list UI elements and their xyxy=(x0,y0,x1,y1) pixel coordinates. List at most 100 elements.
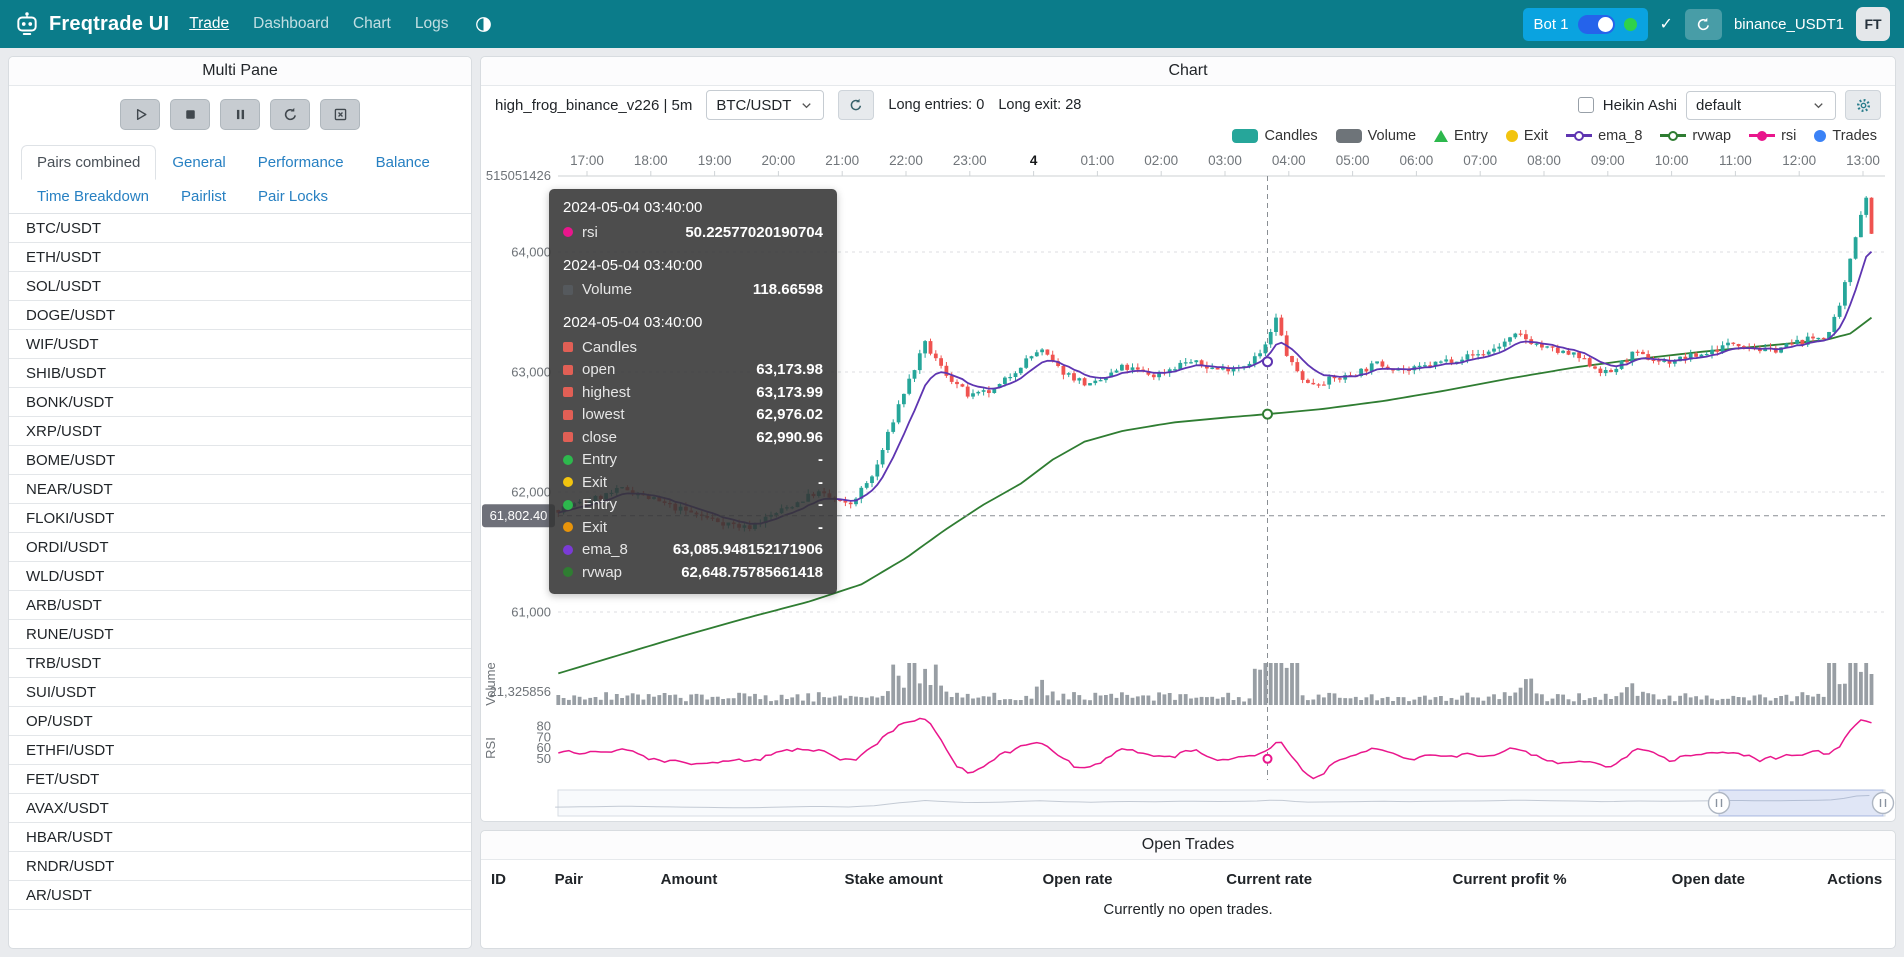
gear-icon xyxy=(1855,97,1872,114)
legend-dot-icon xyxy=(1506,130,1518,142)
col-header-open-rate: Open rate xyxy=(1032,864,1216,895)
legend-line-icon xyxy=(1749,134,1775,137)
pair-list-item[interactable]: ETH/USDT xyxy=(9,243,471,272)
svg-text:64,000: 64,000 xyxy=(511,245,551,260)
start-button[interactable] xyxy=(120,99,160,130)
nav-link-dashboard[interactable]: Dashboard xyxy=(253,15,329,33)
pair-list-item[interactable]: ORDI/USDT xyxy=(9,533,471,562)
crosshair: 61,802.40 xyxy=(482,176,1885,780)
tab-pairlist[interactable]: Pairlist xyxy=(165,179,242,214)
svg-text:10:00: 10:00 xyxy=(1655,153,1689,168)
pair-list-item[interactable]: TRB/USDT xyxy=(9,649,471,678)
legend-item-candles[interactable]: Candles xyxy=(1232,128,1317,144)
pair-list-item[interactable]: ARB/USDT xyxy=(9,591,471,620)
tab-pair-locks[interactable]: Pair Locks xyxy=(242,179,344,214)
bot-toggle-switch[interactable] xyxy=(1578,15,1615,34)
long-exit-label: Long exit: 28 xyxy=(998,97,1081,113)
no-trades-message: Currently no open trades. xyxy=(481,895,1895,924)
tab-balance[interactable]: Balance xyxy=(360,145,446,180)
pair-list-item[interactable]: DOGE/USDT xyxy=(9,301,471,330)
svg-text:4: 4 xyxy=(1030,153,1038,168)
pair-list-item[interactable]: FLOKI/USDT xyxy=(9,504,471,533)
tab-performance[interactable]: Performance xyxy=(242,145,360,180)
pair-list-item[interactable]: AR/USDT xyxy=(9,881,471,910)
legend-item-entry[interactable]: Entry xyxy=(1434,128,1488,144)
force-exit-button[interactable] xyxy=(320,99,360,130)
pair-list-item[interactable]: ETHFI/USDT xyxy=(9,736,471,765)
legend-label: Trades xyxy=(1832,128,1877,144)
candlestick-chart[interactable]: 17:0018:0019:0020:0021:0022:0023:00401:0… xyxy=(481,147,1895,822)
pair-list-item[interactable]: SUI/USDT xyxy=(9,678,471,707)
pair-select[interactable]: BTC/USDT xyxy=(706,90,824,120)
multi-pane-title: Multi Pane xyxy=(9,57,471,86)
nav-link-logs[interactable]: Logs xyxy=(415,15,449,33)
svg-text:02:00: 02:00 xyxy=(1144,153,1178,168)
legend-item-volume[interactable]: Volume xyxy=(1336,128,1416,144)
legend-triangle-icon xyxy=(1434,130,1448,142)
pair-list-item[interactable]: HBAR/USDT xyxy=(9,823,471,852)
legend-line-icon xyxy=(1660,134,1686,137)
ema-8-line xyxy=(558,252,1871,524)
pair-list-item[interactable]: RNDR/USDT xyxy=(9,852,471,881)
freqtrade-logo-icon xyxy=(14,11,40,37)
chart-refresh-button[interactable] xyxy=(838,90,874,120)
tab-general[interactable]: General xyxy=(156,145,241,180)
pair-list-item[interactable]: NEAR/USDT xyxy=(9,475,471,504)
pause-icon xyxy=(232,106,249,123)
plot-config-select[interactable]: default xyxy=(1686,91,1836,120)
svg-text:63,000: 63,000 xyxy=(511,365,551,380)
nav-link-trade[interactable]: Trade xyxy=(189,15,229,33)
stop-button[interactable] xyxy=(170,99,210,130)
data-zoom-slider[interactable] xyxy=(555,790,1893,816)
open-trades-panel: Open Trades IDPairAmountStake amountOpen… xyxy=(480,830,1896,949)
svg-text:RSI: RSI xyxy=(483,737,498,759)
legend-item-ema_8[interactable]: ema_8 xyxy=(1566,128,1642,144)
rvwap-line xyxy=(558,318,1871,674)
legend-item-exit[interactable]: Exit xyxy=(1506,128,1548,144)
svg-text:04:00: 04:00 xyxy=(1272,153,1306,168)
pause-button[interactable] xyxy=(220,99,260,130)
tab-time-breakdown[interactable]: Time Breakdown xyxy=(21,179,165,214)
chevron-down-icon xyxy=(799,98,814,113)
pair-list-item[interactable]: WLD/USDT xyxy=(9,562,471,591)
svg-text:06:00: 06:00 xyxy=(1400,153,1434,168)
legend-item-rvwap[interactable]: rvwap xyxy=(1660,128,1731,144)
pair-list-item[interactable]: FET/USDT xyxy=(9,765,471,794)
svg-text:515051426: 515051426 xyxy=(486,168,551,183)
pair-list-item[interactable]: OP/USDT xyxy=(9,707,471,736)
long-entries-label: Long entries: 0 xyxy=(888,97,984,113)
pair-list-item[interactable]: AVAX/USDT xyxy=(9,794,471,823)
pair-list-item[interactable]: SOL/USDT xyxy=(9,272,471,301)
pair-list-item[interactable]: SHIB/USDT xyxy=(9,359,471,388)
tab-pairs-combined[interactable]: Pairs combined xyxy=(21,145,156,180)
app-title: Freqtrade UI xyxy=(49,13,169,36)
user-avatar[interactable]: FT xyxy=(1856,7,1890,41)
legend-item-rsi[interactable]: rsi xyxy=(1749,128,1796,144)
pair-list-item[interactable]: RUNE/USDT xyxy=(9,620,471,649)
pair-list-item[interactable]: BOME/USDT xyxy=(9,446,471,475)
nav-link-chart[interactable]: Chart xyxy=(353,15,391,33)
plot-settings-button[interactable] xyxy=(1845,90,1881,120)
reload-config-button[interactable] xyxy=(270,99,310,130)
theme-toggle-button[interactable] xyxy=(472,13,495,36)
pair-list-item[interactable]: BONK/USDT xyxy=(9,388,471,417)
chart-title: Chart xyxy=(481,57,1895,86)
pair-list-item[interactable]: WIF/USDT xyxy=(9,330,471,359)
col-header-current-rate: Current rate xyxy=(1216,864,1442,895)
half-moon-icon xyxy=(474,15,493,34)
reload-icon xyxy=(848,97,864,113)
heikin-ashi-checkbox[interactable] xyxy=(1578,97,1594,113)
reload-icon xyxy=(282,106,299,123)
bot-online-indicator xyxy=(1624,18,1637,31)
svg-text:23:00: 23:00 xyxy=(953,153,987,168)
svg-text:50: 50 xyxy=(537,751,551,766)
bot-selector[interactable]: Bot 1 xyxy=(1523,8,1648,41)
reload-data-button[interactable] xyxy=(1685,9,1722,40)
open-trades-title: Open Trades xyxy=(481,831,1895,860)
pair-list-item[interactable]: BTC/USDT xyxy=(9,214,471,243)
pair-list-item[interactable]: XRP/USDT xyxy=(9,417,471,446)
legend-item-trades[interactable]: Trades xyxy=(1814,128,1877,144)
zoom-handle xyxy=(1873,793,1894,814)
rsi-line xyxy=(558,718,1871,778)
svg-text:08:00: 08:00 xyxy=(1527,153,1561,168)
